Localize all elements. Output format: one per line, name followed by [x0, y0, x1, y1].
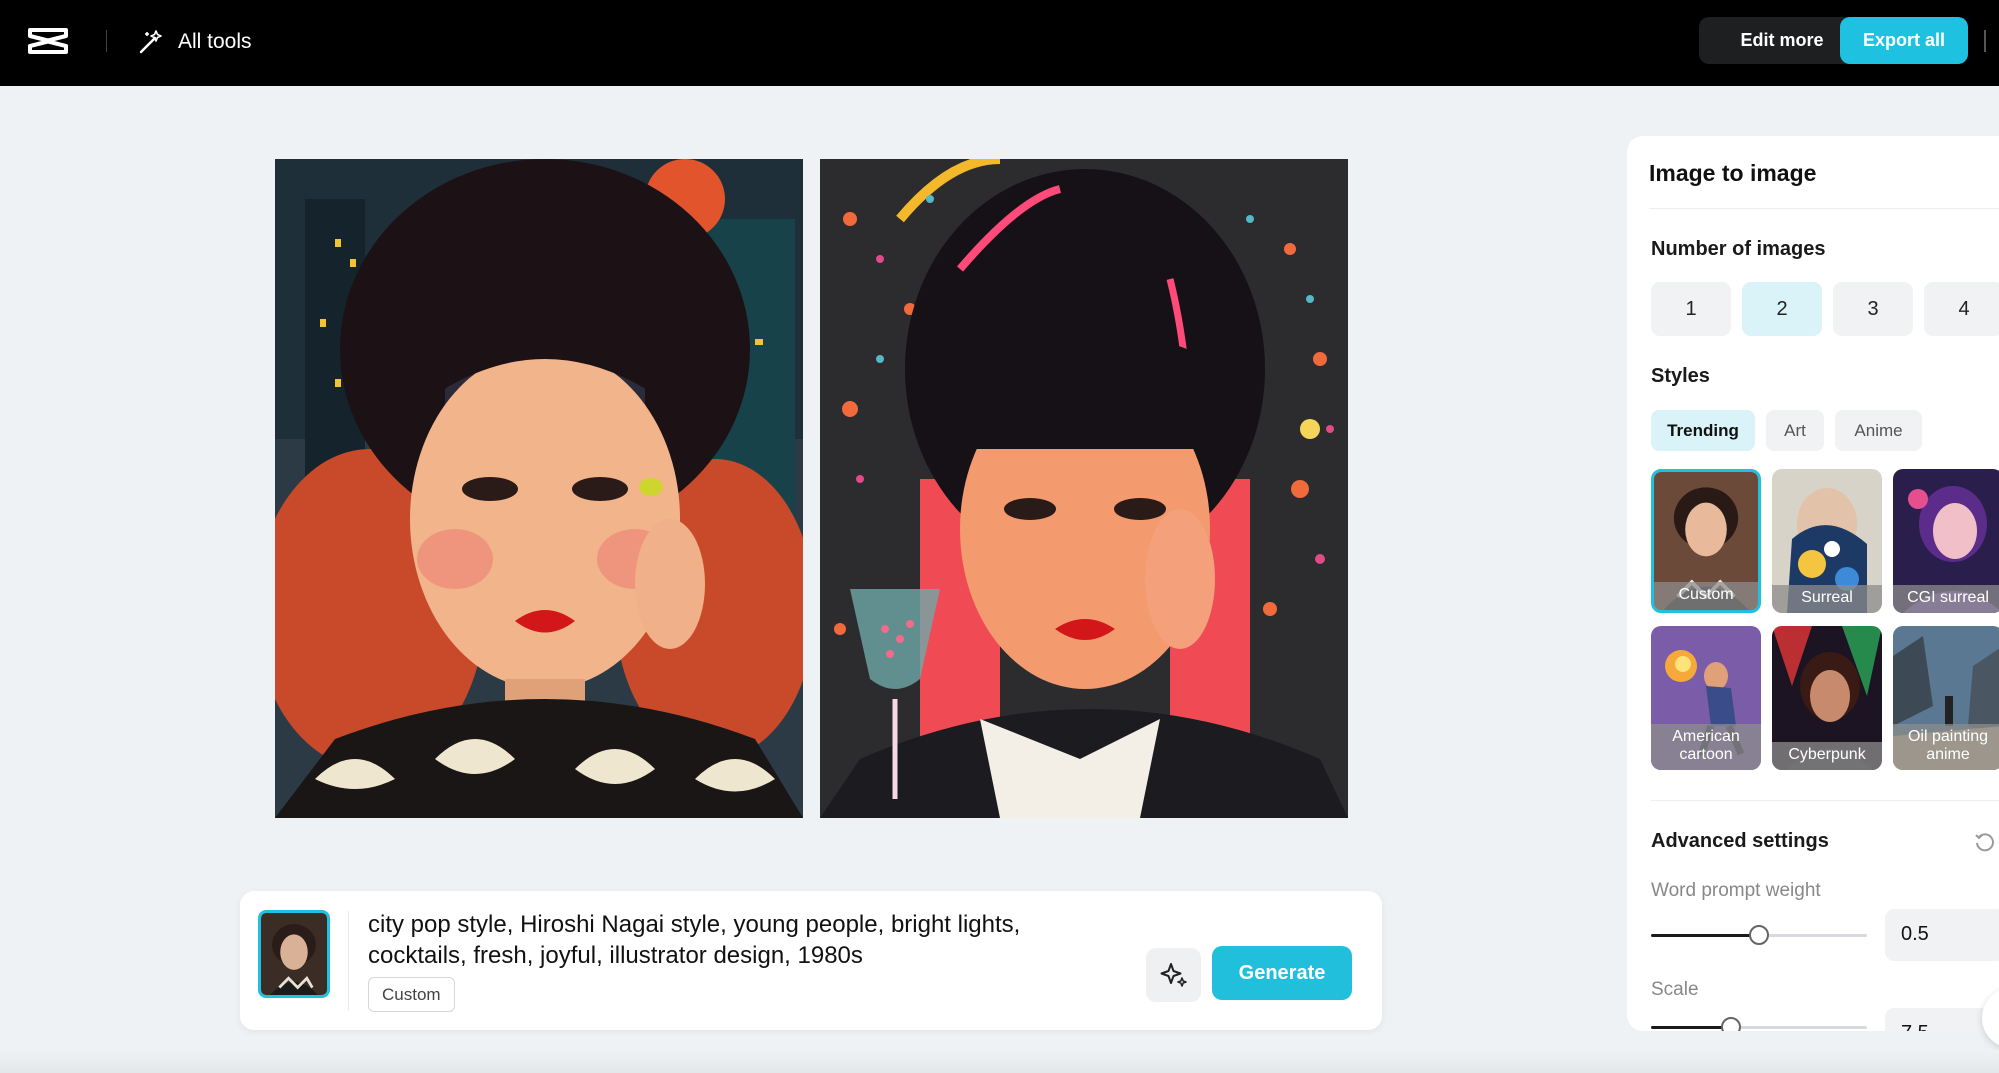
panel-title: Image to image: [1649, 160, 1817, 186]
style-card-surreal[interactable]: Surreal: [1772, 469, 1882, 613]
top-bar: All tools Edit more Export all: [0, 0, 1999, 86]
number-option-4[interactable]: 4: [1924, 282, 1999, 336]
style-card-cyberpunk[interactable]: Cyberpunk: [1772, 626, 1882, 770]
prompt-divider: [348, 911, 349, 1010]
tab-anime[interactable]: Anime: [1835, 410, 1922, 451]
prompt-text[interactable]: city pop style, Hiroshi Nagai style, you…: [368, 909, 1088, 971]
slider-handle[interactable]: [1749, 925, 1769, 945]
word-prompt-weight-value[interactable]: 0.5: [1885, 909, 1999, 961]
reference-image-thumbnail[interactable]: [258, 910, 330, 998]
prompt-style-tag: Custom: [368, 977, 455, 1012]
scale-label: Scale: [1651, 979, 1699, 1000]
bottom-edge: [0, 1050, 1999, 1073]
header-edge-divider: [1984, 30, 1986, 52]
word-prompt-weight-label: Word prompt weight: [1651, 880, 1821, 901]
style-card-label: American cartoon: [1651, 724, 1761, 770]
style-card-label: Oil painting anime: [1893, 724, 1999, 770]
style-card-label: Custom: [1654, 582, 1758, 610]
export-all-button[interactable]: Export all: [1840, 17, 1968, 64]
slider-handle[interactable]: [1721, 1017, 1741, 1031]
all-tools-button[interactable]: All tools: [138, 26, 252, 58]
panel-divider: [1649, 208, 1999, 209]
prompt-box: city pop style, Hiroshi Nagai style, you…: [240, 891, 1382, 1030]
number-of-images-label: Number of images: [1651, 238, 1826, 260]
tab-trending[interactable]: Trending: [1651, 410, 1755, 451]
prompt-enhance-button[interactable]: [1146, 948, 1201, 1002]
slider-fill: [1651, 1026, 1731, 1029]
number-option-3[interactable]: 3: [1833, 282, 1913, 336]
style-card-american-cartoon[interactable]: American cartoon: [1651, 626, 1761, 770]
number-option-2[interactable]: 2: [1742, 282, 1822, 336]
generate-button[interactable]: Generate: [1212, 946, 1352, 1000]
generated-image-1[interactable]: [275, 159, 803, 818]
slider-fill: [1651, 934, 1759, 937]
styles-label: Styles: [1651, 365, 1710, 387]
panel-divider-2: [1651, 800, 1999, 801]
capcut-logo-icon[interactable]: [26, 22, 70, 60]
sparkle-icon: [1160, 963, 1187, 987]
number-option-1[interactable]: 1: [1651, 282, 1731, 336]
scale-slider[interactable]: [1651, 1017, 1867, 1031]
advanced-settings-label: Advanced settings: [1651, 830, 1829, 852]
generated-image-2[interactable]: [820, 159, 1348, 818]
image-to-image-panel: Image to image Number of images 1 2 3 4 …: [1627, 136, 1999, 1031]
magic-wand-icon: [139, 30, 162, 54]
style-card-custom[interactable]: Custom: [1651, 469, 1761, 613]
style-card-cgi-surreal[interactable]: CGI surreal: [1893, 469, 1999, 613]
style-card-oil-painting-anime[interactable]: Oil painting anime: [1893, 626, 1999, 770]
style-card-label: Surreal: [1772, 585, 1882, 613]
reset-icon[interactable]: [1973, 830, 1997, 859]
style-card-label: Cyberpunk: [1772, 742, 1882, 770]
tab-art[interactable]: Art: [1766, 410, 1824, 451]
style-card-label: CGI surreal: [1893, 585, 1999, 613]
word-prompt-weight-slider[interactable]: [1651, 925, 1867, 945]
header-divider: [106, 30, 107, 52]
all-tools-label: All tools: [178, 30, 252, 53]
